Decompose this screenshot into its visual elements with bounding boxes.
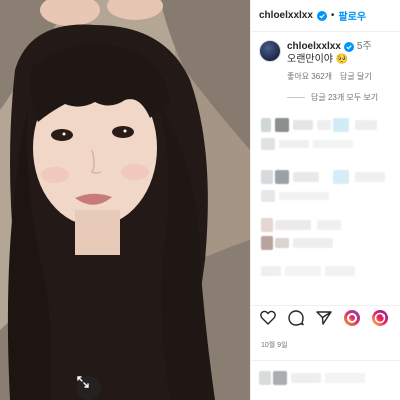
likes-count[interactable]: 좋아요 362개 — [287, 70, 332, 83]
blurred-block — [261, 190, 275, 202]
reply-link[interactable]: 답글 달기 — [340, 70, 372, 83]
caption-username[interactable]: chloelxxlxx — [287, 40, 341, 53]
heart-icon — [260, 310, 276, 325]
reaction-button[interactable] — [343, 309, 361, 327]
blurred-block — [285, 266, 321, 276]
instagram-post: chloelxxlxx • 팔로우 chloelxxlxx 5주 오랜만이야 🥺… — [0, 0, 400, 400]
verified-badge-icon — [343, 41, 354, 52]
share-button[interactable] — [315, 309, 333, 327]
blurred-comment-input — [251, 360, 400, 400]
blurred-block — [259, 371, 271, 385]
blurred-block — [261, 218, 273, 232]
reaction-icon — [344, 309, 360, 326]
header-username[interactable]: chloelxxlxx — [259, 10, 313, 21]
blurred-block — [293, 120, 313, 130]
caption-body: chloelxxlxx 5주 오랜만이야 🥺 좋아요 362개 답글 달기 — [287, 40, 372, 83]
comment-button[interactable] — [287, 309, 305, 327]
blurred-block — [261, 118, 271, 132]
comment-icon — [288, 309, 304, 326]
expand-button[interactable] — [77, 376, 101, 400]
caption-meta: 좋아요 362개 답글 달기 — [287, 70, 372, 83]
caption-time[interactable]: 5주 — [357, 40, 372, 53]
blurred-block — [275, 220, 311, 230]
caption-text: 오랜만이야 🥺 — [287, 54, 349, 65]
post-header: chloelxxlxx • 팔로우 — [251, 0, 400, 32]
post-side-panel: chloelxxlxx • 팔로우 chloelxxlxx 5주 오랜만이야 🥺… — [250, 0, 400, 400]
blurred-block — [261, 266, 281, 276]
replies-divider — [287, 97, 305, 98]
blurred-block — [279, 140, 309, 148]
blurred-block — [317, 120, 331, 130]
blurred-block — [333, 118, 349, 132]
blurred-block — [261, 170, 273, 184]
blurred-block — [293, 172, 319, 182]
expand-arrows-icon — [77, 376, 89, 388]
blurred-block — [325, 266, 355, 276]
portrait-image — [0, 0, 250, 400]
blurred-block — [279, 192, 329, 200]
blurred-block — [355, 120, 377, 130]
post-photo[interactable] — [0, 0, 250, 400]
blurred-block — [355, 172, 385, 182]
blurred-block — [317, 220, 341, 230]
blurred-block — [325, 373, 365, 383]
blurred-block — [273, 371, 287, 385]
blurred-block — [261, 138, 275, 150]
view-replies-label: 답글 23개 모두 보기 — [311, 93, 379, 102]
send-icon — [316, 310, 332, 325]
like-button[interactable] — [259, 309, 277, 327]
blurred-block — [275, 118, 289, 132]
verified-badge-icon — [316, 10, 327, 21]
follow-button[interactable]: 팔로우 — [338, 8, 366, 23]
avatar[interactable] — [259, 40, 281, 62]
action-bar — [251, 305, 400, 329]
view-replies[interactable]: 답글 23개 모두 보기 — [251, 83, 400, 103]
header-separator: • — [330, 10, 335, 21]
blurred-block — [333, 170, 349, 184]
blurred-block — [275, 170, 289, 184]
blurred-block — [313, 140, 353, 148]
blurred-block — [261, 236, 273, 250]
blurred-block — [291, 373, 321, 383]
blurred-comments — [251, 112, 400, 302]
remix-icon — [372, 309, 388, 326]
post-date[interactable]: 10월 9일 — [261, 340, 288, 350]
remix-button[interactable] — [371, 309, 389, 327]
blurred-block — [275, 238, 289, 248]
caption-block: chloelxxlxx 5주 오랜만이야 🥺 좋아요 362개 답글 달기 — [251, 32, 400, 83]
blurred-block — [293, 238, 333, 248]
